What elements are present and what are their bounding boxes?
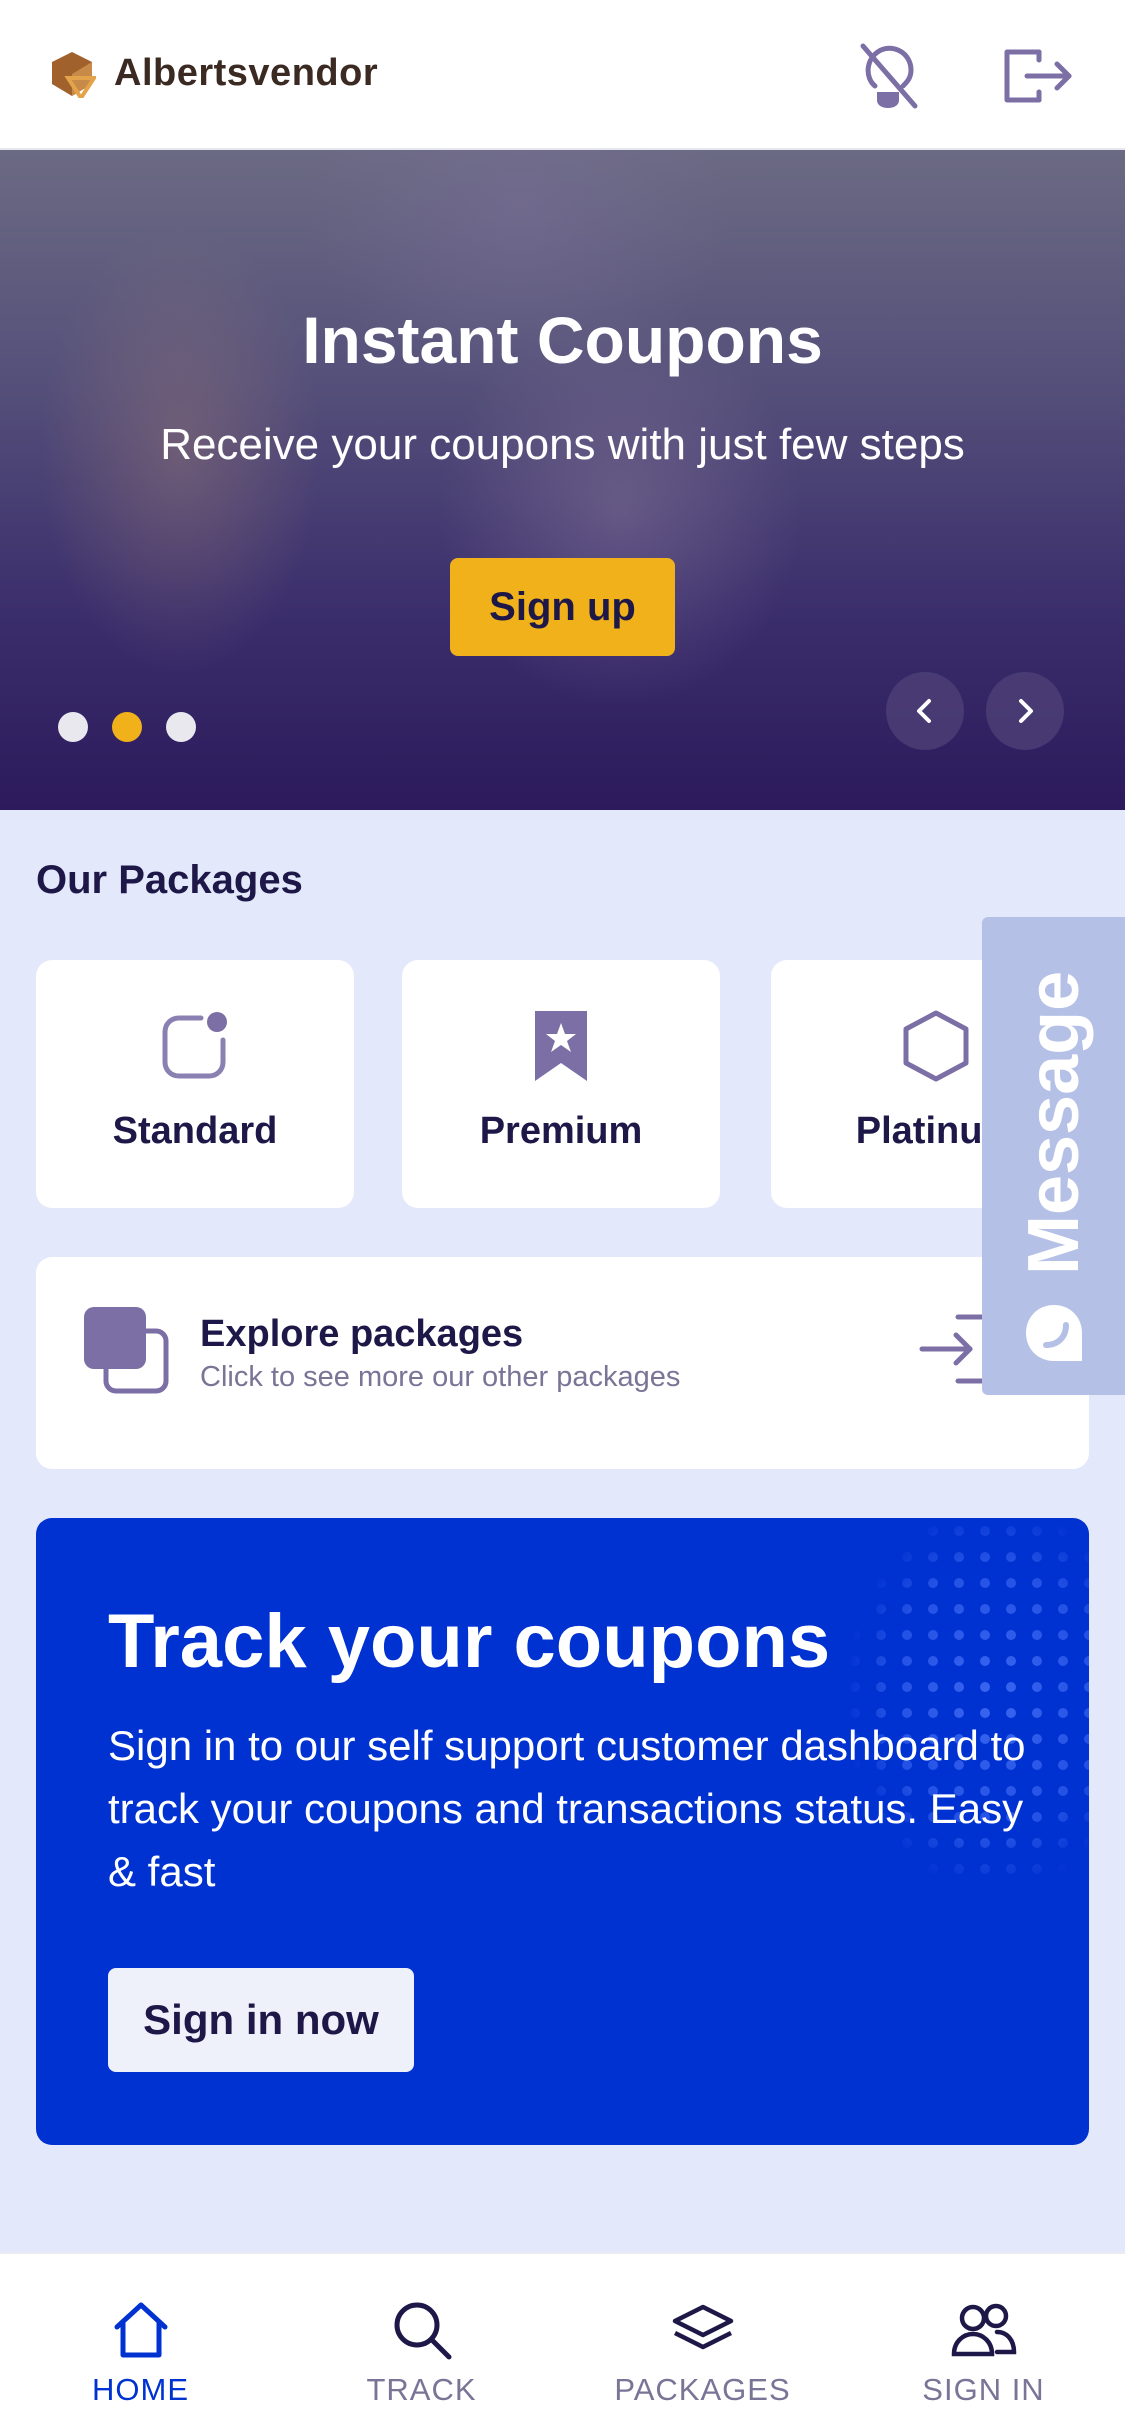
carousel-indicators xyxy=(58,712,196,742)
logout-button[interactable] xyxy=(997,36,1077,116)
sign-in-now-button[interactable]: Sign in now xyxy=(108,1968,414,2072)
track-title: Track your coupons xyxy=(108,1599,831,1684)
explore-title: Explore packages xyxy=(200,1313,524,1355)
brand-name[interactable]: Albertsvendor xyxy=(114,52,378,95)
theme-toggle-button[interactable] xyxy=(848,36,928,116)
message-tab-content: Message xyxy=(982,917,1125,1395)
bottom-navigation: HOME TRACK PACKAGES SIGN IN xyxy=(0,2252,1125,2436)
track-description: Sign in to our self support customer das… xyxy=(108,1722,1026,1895)
home-icon xyxy=(107,2298,175,2362)
message-tab-label: Message xyxy=(1013,970,1094,1275)
sign-up-button[interactable]: Sign up xyxy=(450,558,675,656)
search-icon xyxy=(388,2298,456,2362)
hero-title: Instant Coupons xyxy=(302,303,823,377)
app-header: Albertsvendor xyxy=(0,0,1125,150)
carousel-dot-active[interactable] xyxy=(112,712,142,742)
carousel-next-button[interactable] xyxy=(986,672,1064,750)
nav-item-sign-in[interactable]: SIGN IN xyxy=(843,2254,1124,2436)
nav-label: SIGN IN xyxy=(922,2372,1045,2407)
nav-label: TRACK xyxy=(366,2372,477,2407)
nav-item-packages[interactable]: PACKAGES xyxy=(562,2254,843,2436)
packages-section-title: Our Packages xyxy=(36,858,303,902)
nav-item-home[interactable]: HOME xyxy=(0,2254,281,2436)
hero-carousel[interactable]: Instant Coupons Receive your coupons wit… xyxy=(0,150,1125,810)
explore-subtitle: Click to see more our other packages xyxy=(200,1361,681,1393)
package-label: Standard xyxy=(112,1110,278,1152)
copy-squares-icon xyxy=(84,1307,169,1394)
track-coupons-banner: Track your coupons Sign in to our self s… xyxy=(36,1518,1089,2145)
package-card-premium[interactable]: Premium xyxy=(402,960,720,1208)
hero-subtitle: Receive your coupons with just few steps xyxy=(160,420,965,469)
notification-square-icon xyxy=(155,1006,235,1086)
nav-label: PACKAGES xyxy=(614,2372,791,2407)
chat-bubble-icon xyxy=(1025,1305,1082,1361)
chevron-right-icon xyxy=(1019,699,1033,723)
carousel-prev-button[interactable] xyxy=(886,672,964,750)
users-icon xyxy=(950,2298,1018,2362)
nav-item-track[interactable]: TRACK xyxy=(281,2254,562,2436)
nav-label: HOME xyxy=(92,2372,189,2407)
lightbulb-off-icon xyxy=(860,43,918,109)
package-label: Premium xyxy=(479,1110,643,1152)
bookmark-star-icon xyxy=(521,1006,601,1086)
logo-icon[interactable] xyxy=(48,52,96,98)
layers-icon xyxy=(669,2298,737,2362)
carousel-dot[interactable] xyxy=(58,712,88,742)
package-card-standard[interactable]: Standard xyxy=(36,960,354,1208)
hexagon-icon xyxy=(896,1006,976,1086)
chevron-left-icon xyxy=(917,699,931,723)
message-tab[interactable]: Message xyxy=(982,917,1125,1395)
logout-icon xyxy=(1004,49,1072,103)
carousel-dot[interactable] xyxy=(166,712,196,742)
explore-packages-card[interactable]: Explore packages Click to see more our o… xyxy=(36,1257,1089,1469)
